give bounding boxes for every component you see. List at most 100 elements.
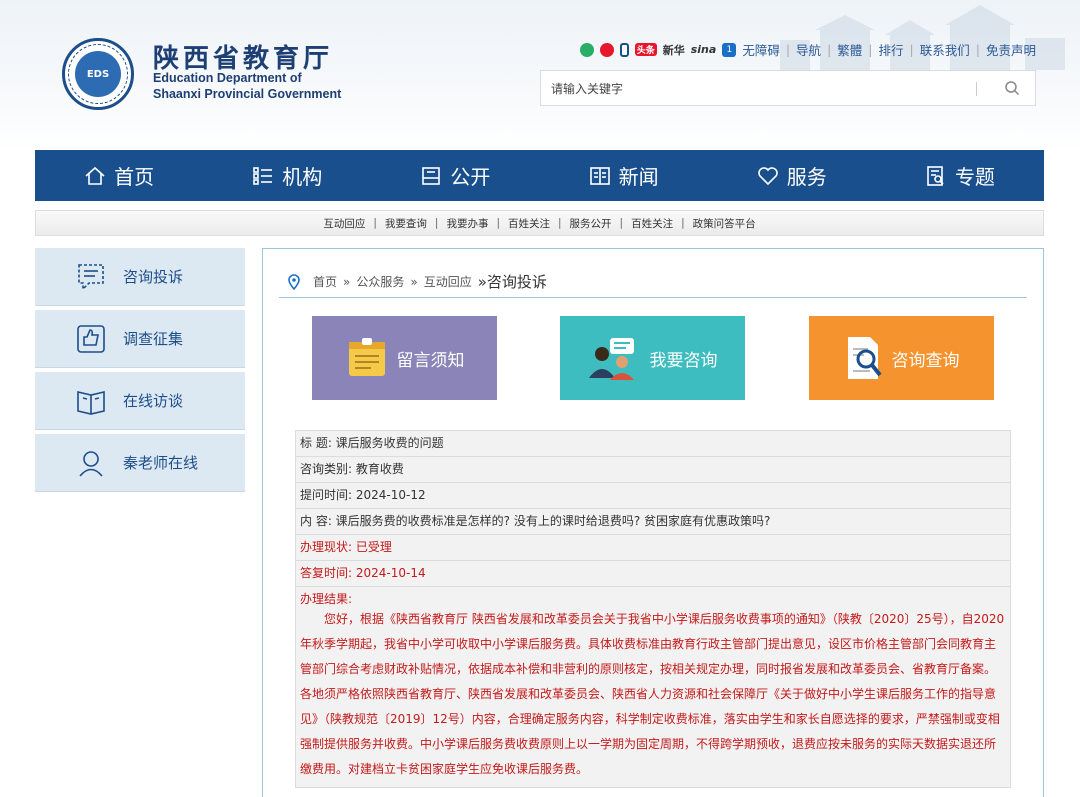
- query-consultation-button[interactable]: 咨询查询: [809, 316, 994, 400]
- sidebar-item-label: 在线访谈: [123, 392, 184, 410]
- sidebar-item-label: 秦老师在线: [123, 454, 199, 472]
- document-search-icon: [927, 165, 944, 186]
- accessibility-icon[interactable]: 1: [722, 42, 737, 57]
- logo-text: EDS: [75, 51, 121, 97]
- search-input[interactable]: [551, 79, 951, 99]
- link-divider: |: [785, 42, 791, 57]
- sina-icon[interactable]: sina: [691, 43, 717, 56]
- accessibility-link[interactable]: 无障碍: [742, 40, 780, 59]
- heart-icon: [757, 166, 778, 185]
- sidebar-item-label: 调查征集: [123, 330, 184, 348]
- breadcrumb-current: »咨询投诉: [477, 273, 547, 291]
- link-divider: |: [975, 42, 980, 57]
- detail-result-text: 您好，根据《陕西省教育厅 陕西省发展和改革委员会关于我省中小学课后服务收费事项的…: [300, 612, 1005, 776]
- subnav-query[interactable]: 我要查询: [385, 216, 427, 231]
- link-divider: |: [868, 42, 873, 57]
- nav-home-label: 首页: [114, 165, 155, 189]
- chat-list-icon: [78, 263, 104, 291]
- nav-public-label: 公开: [450, 165, 491, 189]
- subnav-divider: |: [373, 217, 377, 229]
- list-icon: [253, 166, 273, 185]
- nav-organization[interactable]: 机构: [203, 150, 371, 201]
- subnav-interaction[interactable]: 互动回应: [323, 216, 365, 231]
- disclaimer-link[interactable]: 免责声明: [986, 40, 1036, 59]
- detail-reply-time: 答复时间: 2024-10-14: [296, 561, 1010, 587]
- nav-service-label: 服务: [786, 165, 827, 189]
- subnav-divider: |: [558, 217, 562, 229]
- site-header: EDS 陕西省教育厅 Education Department of Shaan…: [0, 0, 1080, 150]
- consult-people-icon: [588, 338, 634, 380]
- link-divider: |: [909, 42, 914, 57]
- breadcrumb: 首页 » 公众服务 » 互动回应 »咨询投诉: [287, 271, 547, 292]
- subnav-divider: |: [619, 217, 624, 229]
- weibo-icon[interactable]: [599, 42, 614, 57]
- detail-result-label: 办理结果:: [300, 592, 353, 606]
- subnav-service-public[interactable]: 服务公开: [570, 216, 612, 231]
- sidebar-item-survey[interactable]: 调查征集: [35, 310, 245, 368]
- search-icon[interactable]: [1004, 80, 1020, 96]
- nav-home[interactable]: 首页: [35, 150, 203, 201]
- breadcrumb-home[interactable]: 首页: [313, 273, 337, 290]
- traditional-chinese-link[interactable]: 繁體: [837, 40, 862, 59]
- thumbs-up-icon: [77, 324, 105, 353]
- query-consultation-label: 咨询查询: [891, 350, 960, 371]
- mobile-icon[interactable]: [619, 42, 629, 57]
- wechat-icon[interactable]: [579, 42, 594, 57]
- sidebar-item-consult[interactable]: 咨询投诉: [35, 248, 245, 306]
- breadcrumb-public-service[interactable]: 公众服务: [356, 273, 404, 290]
- nav-topics-label: 专题: [954, 165, 995, 189]
- open-book-icon: [77, 390, 105, 415]
- detail-status: 办理现状: 已受理: [296, 535, 1010, 561]
- subnav-policy-qa[interactable]: 政策问答平台: [693, 216, 756, 231]
- nav-topics[interactable]: 专题: [876, 150, 1044, 201]
- site-name[interactable]: 陕西省教育厅: [153, 38, 333, 75]
- ask-question-label: 我要咨询: [649, 350, 718, 371]
- document-magnifier-icon: [847, 337, 882, 379]
- contact-link[interactable]: 联系我们: [920, 40, 970, 59]
- sidebar-item-teacher-qin[interactable]: 秦老师在线: [35, 434, 245, 492]
- nav-public[interactable]: 公开: [371, 150, 539, 201]
- subnav-public-concern-2[interactable]: 百姓关注: [631, 216, 673, 231]
- detail-category: 咨询类别: 教育收费: [296, 457, 1010, 483]
- top-links: 头条 新华 sina 1 无障碍 | 导航 | 繁體 | 排行 | 联系我们 |…: [579, 40, 1036, 59]
- home-icon: [85, 166, 105, 185]
- main-panel: 首页 » 公众服务 » 互动回应 »咨询投诉 留言须知 我要咨询 咨询查询 标 …: [262, 248, 1044, 797]
- breadcrumb-interaction[interactable]: 互动回应: [424, 273, 472, 290]
- xinhua-icon[interactable]: 新华: [663, 42, 685, 58]
- detail-ask-time: 提问时间: 2024-10-12: [296, 483, 1010, 509]
- link-divider: |: [827, 42, 832, 57]
- book-icon: [589, 166, 610, 185]
- sidebar-item-interview[interactable]: 在线访谈: [35, 372, 245, 430]
- ranking-link[interactable]: 排行: [879, 40, 904, 59]
- person-icon: [79, 450, 103, 477]
- ask-question-button[interactable]: 我要咨询: [560, 316, 745, 400]
- sub-nav: 互动回应 | 我要查询 | 我要办事 | 百姓关注 | 服务公开 | 百姓关注 | 政策问答…: [35, 210, 1044, 236]
- nav-news[interactable]: 新闻: [540, 150, 708, 201]
- nav-guide-link[interactable]: 导航: [796, 40, 821, 59]
- subnav-divider: |: [434, 217, 439, 229]
- breadcrumb-underline: [279, 297, 1027, 298]
- toutiao-icon[interactable]: 头条: [634, 43, 657, 56]
- nav-service[interactable]: 服务: [708, 150, 876, 201]
- subnav-divider: |: [681, 217, 685, 229]
- detail-title: 标 题: 课后服务收费的问题: [296, 431, 1010, 457]
- nav-news-label: 新闻: [618, 165, 659, 189]
- inbox-icon: [422, 166, 441, 185]
- sidebar: 咨询投诉 调查征集 在线访谈 秦老师在线: [35, 248, 245, 496]
- main-nav: 首页 机构 公开 新闻 服务 专题: [35, 150, 1044, 201]
- subnav-handle[interactable]: 我要办事: [446, 216, 488, 231]
- consultation-detail-table: 标 题: 课后服务收费的问题 咨询类别: 教育收费 提问时间: 2024-10-…: [295, 430, 1011, 788]
- location-pin-icon: [288, 273, 300, 290]
- detail-content: 内 容: 课后服务费的收费标准是怎样的? 没有上的课时给退费吗? 贫困家庭有优惠…: [296, 509, 1010, 535]
- sidebar-item-label: 咨询投诉: [123, 268, 184, 286]
- site-logo[interactable]: EDS: [62, 38, 134, 110]
- detail-result: 办理结果: 您好，根据《陕西省教育厅 陕西省发展和改革委员会关于我省中小学课后服…: [296, 587, 1010, 787]
- message-notice-button[interactable]: 留言须知: [312, 316, 497, 400]
- site-name-en-line2: Shaanxi Provincial Government: [153, 87, 342, 101]
- site-name-en-line1: Education Department of: [153, 71, 302, 85]
- skyline-decoration: [780, 5, 1065, 70]
- search-divider: [976, 82, 977, 96]
- subnav-public-concern[interactable]: 百姓关注: [508, 216, 550, 231]
- message-notice-label: 留言须知: [396, 350, 465, 371]
- notepad-icon: [348, 338, 385, 376]
